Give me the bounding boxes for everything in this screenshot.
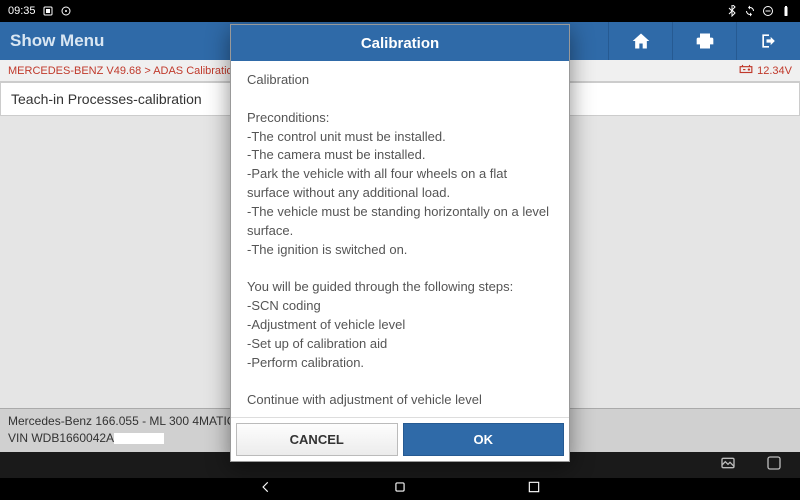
battery-voltage-icon bbox=[739, 64, 753, 77]
gallery-icon[interactable] bbox=[720, 455, 736, 476]
target-icon bbox=[60, 5, 72, 17]
dialog-body-text: Calibration Preconditions: -The control … bbox=[247, 71, 553, 410]
do-not-disturb-icon bbox=[762, 5, 774, 17]
battery-voltage: 12.34V bbox=[757, 65, 792, 77]
bluetooth-icon bbox=[726, 5, 738, 17]
calibration-dialog: Calibration Calibration Preconditions: -… bbox=[230, 24, 570, 462]
capture-icon[interactable] bbox=[766, 455, 782, 476]
sync-icon bbox=[744, 5, 756, 17]
back-nav-icon[interactable] bbox=[259, 480, 273, 499]
vin-mask bbox=[114, 433, 164, 444]
app-title: Show Menu bbox=[10, 31, 104, 51]
android-nav-bar bbox=[0, 478, 800, 500]
vehicle-vin-prefix: VIN WDB1660042A bbox=[8, 431, 114, 445]
home-nav-icon[interactable] bbox=[393, 480, 407, 499]
breadcrumb-path: MERCEDES-BENZ V49.68 > ADAS Calibration bbox=[8, 65, 239, 77]
recent-nav-icon[interactable] bbox=[527, 480, 541, 499]
dialog-button-row: CANCEL OK bbox=[231, 417, 569, 461]
battery-icon bbox=[780, 5, 792, 17]
home-button[interactable] bbox=[608, 22, 672, 60]
cancel-button[interactable]: CANCEL bbox=[236, 423, 398, 456]
dialog-title: Calibration bbox=[231, 25, 569, 61]
android-status-bar: 09:35 bbox=[0, 0, 800, 22]
dialog-body[interactable]: Calibration Preconditions: -The control … bbox=[231, 61, 569, 417]
status-time: 09:35 bbox=[8, 5, 36, 17]
screenshot-icon bbox=[42, 5, 54, 17]
ok-button[interactable]: OK bbox=[403, 423, 565, 456]
print-button[interactable] bbox=[672, 22, 736, 60]
exit-button[interactable] bbox=[736, 22, 800, 60]
